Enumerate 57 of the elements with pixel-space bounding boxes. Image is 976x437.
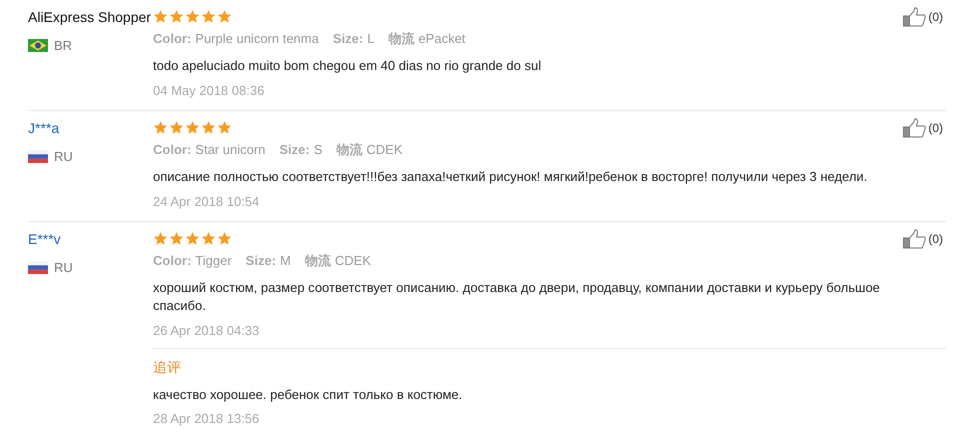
attribute-value: Tigger xyxy=(195,252,232,270)
star-icon xyxy=(201,120,216,135)
attribute-label: Color: xyxy=(153,30,192,48)
review-date: 24 Apr 2018 10:54 xyxy=(153,192,260,211)
helpful-count[interactable]: (0) xyxy=(928,230,943,248)
flag-icon xyxy=(28,150,48,164)
star-icon xyxy=(153,9,168,24)
helpful-count[interactable]: (0) xyxy=(928,119,943,137)
star-icon xyxy=(185,9,200,24)
flag-icon xyxy=(28,39,48,52)
attribute-value: CDEK xyxy=(334,252,371,270)
star-icon xyxy=(185,120,200,135)
star-icon xyxy=(169,120,184,135)
attribute-value: Star unicorn xyxy=(195,141,266,159)
review-date: 26 Apr 2018 04:33 xyxy=(153,322,260,340)
review-text: хороший костюм, размер соответствует описанию. доставка до двери, продавцу, компании доставки и курьеру большое спасибо. xyxy=(153,278,881,314)
attribute-value: S xyxy=(314,141,322,159)
star-icon xyxy=(185,231,200,246)
star-icon xyxy=(169,9,184,24)
attribute-value: M xyxy=(280,252,291,270)
flag-icon xyxy=(28,261,48,274)
star-icon xyxy=(169,231,184,246)
attribute-label: Color: xyxy=(153,141,192,159)
followup-text: качество хорошее. ребенок спит только в костюме. xyxy=(153,386,464,404)
followup-date: 28 Apr 2018 13:56 xyxy=(153,410,260,428)
thumbs-up-icon xyxy=(903,7,928,27)
review-text: todo apeluciado muito bom chegou em 40 dias no rio grande do sul xyxy=(153,56,542,74)
star-icon xyxy=(153,231,168,246)
attribute-label: Color: xyxy=(153,252,192,270)
review-date: 04 May 2018 08:36 xyxy=(153,82,266,100)
attribute-label: Size: xyxy=(246,252,276,270)
star-icon xyxy=(153,120,168,135)
thumbs-up-icon xyxy=(903,229,928,249)
review-text: описание полностью соответствует!!!без запаха!четкий рисунок! мягкий!ребенок в восторге! получили через 3 недели. xyxy=(153,168,868,186)
reviewer-name[interactable]: E***v xyxy=(28,229,153,250)
country-code: RU xyxy=(54,148,73,166)
thumbs-up-icon xyxy=(903,118,928,138)
reviewer-name[interactable]: J***a xyxy=(28,118,153,139)
country-code: RU xyxy=(54,259,73,277)
attribute-label: Size: xyxy=(279,141,310,159)
attribute-value: L xyxy=(367,30,374,48)
attribute-value: ePacket xyxy=(418,30,466,48)
attribute-label: Size: xyxy=(332,30,364,48)
followup-label: 追评 xyxy=(153,358,182,377)
star-icon xyxy=(217,9,232,24)
star-icon xyxy=(217,231,232,246)
reviewer-name: AliExpress Shopper xyxy=(28,8,152,27)
star-icon xyxy=(201,231,216,246)
attribute-label: 物流 xyxy=(304,252,331,270)
star-icon xyxy=(201,9,216,24)
attribute-label: 物流 xyxy=(388,30,414,48)
helpful-count[interactable]: (0) xyxy=(928,8,943,26)
attribute-label: 物流 xyxy=(336,141,362,159)
star-icon xyxy=(217,120,232,135)
attribute-value: CDEK xyxy=(366,141,403,159)
country-code: BR xyxy=(54,37,72,55)
attribute-value: Purple unicorn tenma xyxy=(195,30,319,48)
